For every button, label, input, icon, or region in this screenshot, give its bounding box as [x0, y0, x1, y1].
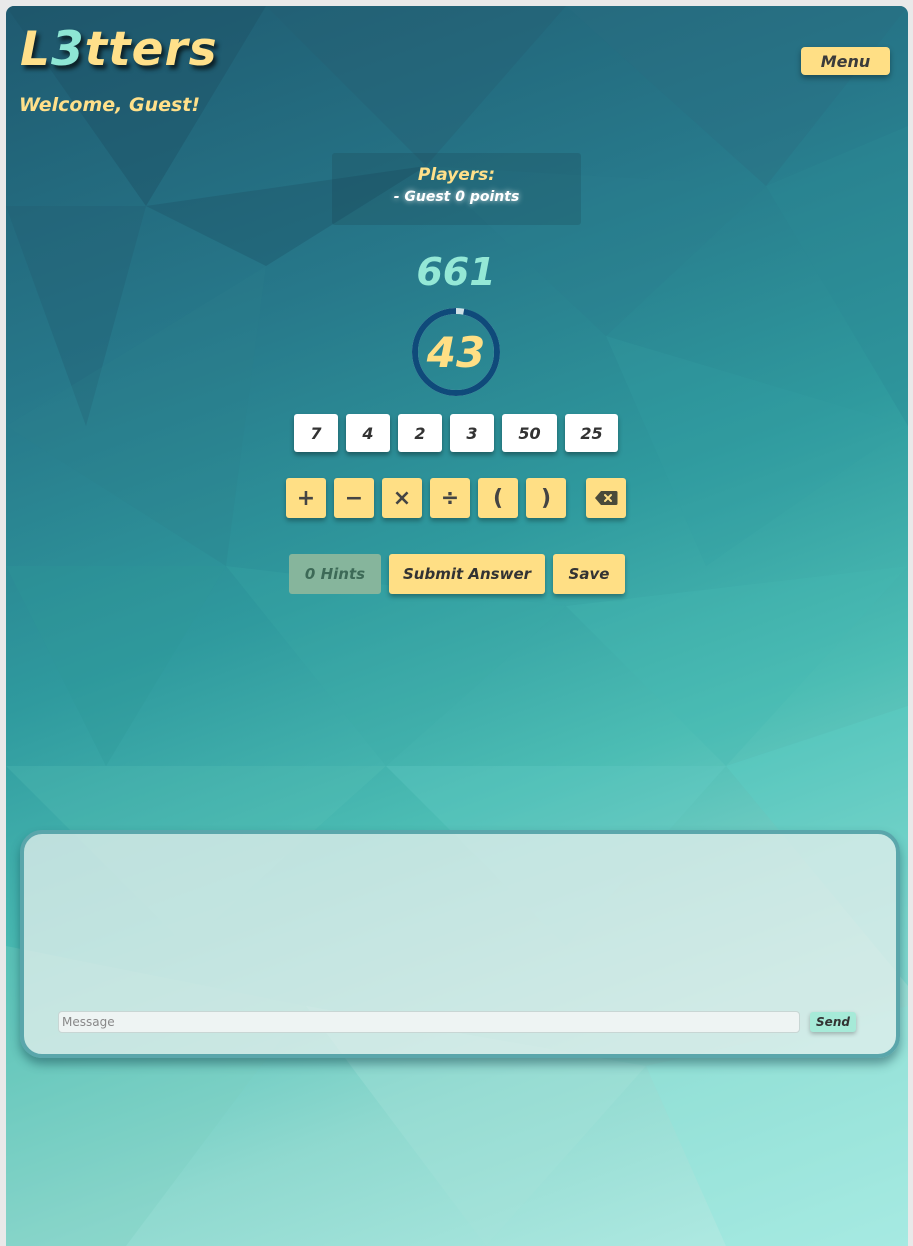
chat-panel: Message Send — [20, 830, 900, 1058]
divide-icon: ÷ — [440, 485, 460, 511]
countdown-timer: 43 — [410, 306, 502, 398]
number-tile[interactable]: 3 — [450, 414, 494, 452]
players-panel: Players: - Guest 0 points — [332, 153, 581, 225]
message-input[interactable]: Message — [58, 1011, 800, 1033]
backspace-icon — [595, 491, 618, 505]
divide-button[interactable]: ÷ — [430, 478, 470, 518]
logo-suffix: tters — [84, 22, 218, 77]
close-paren-button[interactable]: ) — [526, 478, 566, 518]
logo-prefix: L — [20, 22, 51, 77]
game-frame: L3tters Welcome, Guest! Menu Players: - … — [6, 6, 908, 1246]
plus-button[interactable]: + — [286, 478, 326, 518]
number-tiles: 7 4 2 3 50 25 — [294, 414, 618, 452]
multiply-button[interactable]: × — [382, 478, 422, 518]
welcome-text: Welcome, Guest! — [19, 94, 201, 116]
send-button[interactable]: Send — [810, 1012, 856, 1032]
logo-accent: 3 — [50, 22, 85, 77]
close-paren-icon: ) — [540, 485, 552, 511]
open-paren-button[interactable]: ( — [478, 478, 518, 518]
players-title: Players: — [417, 165, 496, 185]
number-tile[interactable]: 2 — [398, 414, 442, 452]
number-tile[interactable]: 25 — [565, 414, 618, 452]
app-logo: L3tters — [20, 22, 218, 77]
menu-button[interactable]: Menu — [801, 47, 890, 75]
operator-buttons: + − × ÷ ( ) — [286, 478, 626, 518]
target-number: 661 — [416, 250, 496, 294]
submit-answer-button[interactable]: Submit Answer — [389, 554, 545, 594]
minus-icon: − — [344, 485, 364, 511]
minus-button[interactable]: − — [334, 478, 374, 518]
player-entry: - Guest 0 points — [393, 189, 520, 205]
backspace-button[interactable] — [586, 478, 626, 518]
timer-value: 43 — [426, 327, 486, 377]
open-paren-icon: ( — [492, 485, 504, 511]
hints-button[interactable]: 0 Hints — [289, 554, 381, 594]
number-tile[interactable]: 7 — [294, 414, 338, 452]
multiply-icon: × — [392, 485, 412, 511]
action-buttons: 0 Hints Submit Answer Save — [289, 554, 625, 594]
plus-icon: + — [296, 485, 316, 511]
number-tile[interactable]: 50 — [502, 414, 557, 452]
number-tile[interactable]: 4 — [346, 414, 390, 452]
save-button[interactable]: Save — [553, 554, 625, 594]
